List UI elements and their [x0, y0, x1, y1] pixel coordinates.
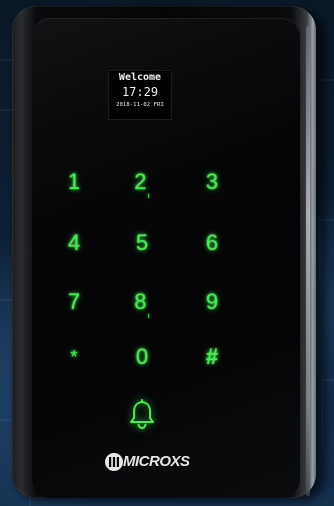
- key-1[interactable]: 1: [54, 164, 94, 200]
- oled-display: Welcome 17:29 2018-11-02 FRI: [108, 70, 172, 120]
- key-0[interactable]: 0: [122, 339, 162, 375]
- display-time: 17:29: [121, 85, 159, 99]
- key-8[interactable]: 8ı: [122, 284, 162, 320]
- brand-logo: MICROXS: [104, 450, 214, 476]
- key-7[interactable]: 7: [54, 284, 94, 320]
- logo-wordmark: MICROXS: [123, 453, 190, 470]
- display-welcome-text: Welcome: [118, 72, 162, 83]
- key-hash[interactable]: #: [192, 339, 232, 375]
- key-star[interactable]: *: [54, 339, 94, 375]
- display-date: 2018-11-02 FRI: [116, 102, 164, 108]
- key-3[interactable]: 3: [192, 164, 232, 200]
- key-9[interactable]: 9: [192, 284, 232, 320]
- bell-icon[interactable]: [127, 397, 157, 431]
- key-6[interactable]: 6: [192, 225, 232, 261]
- key-2[interactable]: 2ı: [122, 164, 162, 200]
- key-5[interactable]: 5: [122, 225, 162, 261]
- logo-emblem-icon: [105, 453, 123, 471]
- metal-edge: [306, 26, 310, 496]
- product-photo: Welcome 17:29 2018-11-02 FRI 1 2ı 3 4 5 …: [0, 0, 334, 506]
- key-4[interactable]: 4: [54, 225, 94, 261]
